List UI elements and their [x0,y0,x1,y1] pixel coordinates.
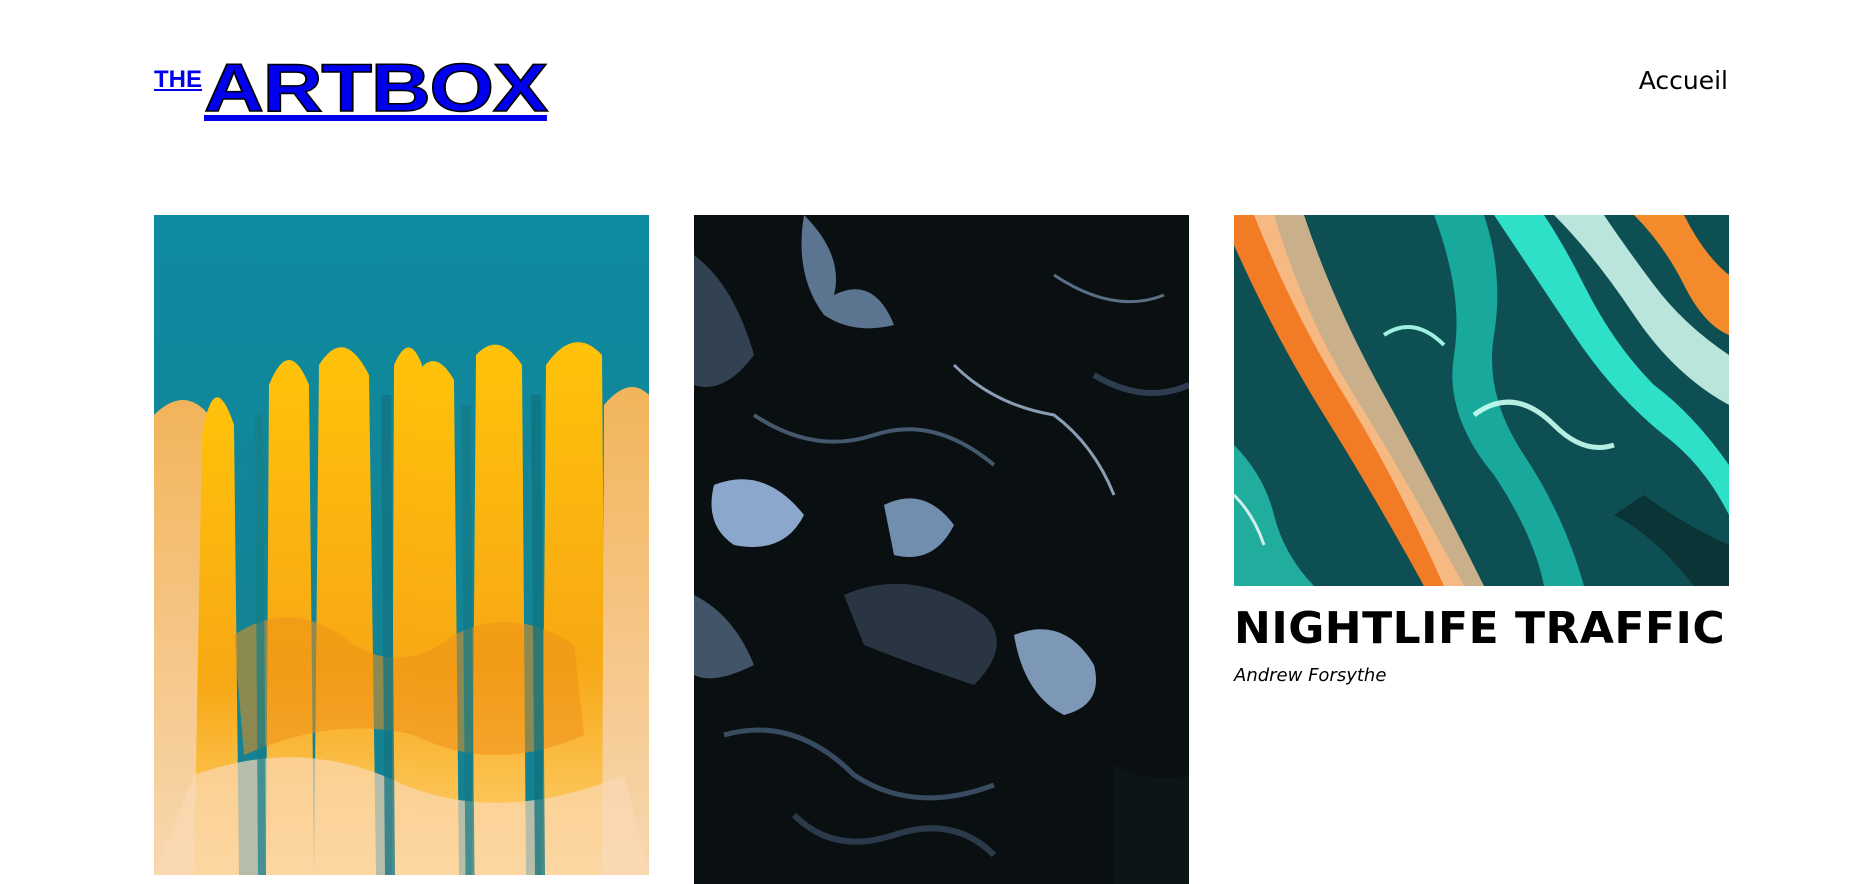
artwork-image-2[interactable] [694,215,1189,884]
site-logo[interactable]: THE ARTBOX [154,53,549,122]
artwork-author: Andrew Forsythe [1234,665,1387,686]
nav-home-link[interactable]: Accueil [1639,66,1728,95]
artwork-image-1[interactable] [154,215,649,875]
artwork-title[interactable]: NIGHTLIFE TRAFFIC [1234,603,1725,654]
logo-main-text: ARTBOX [203,50,549,126]
marble-artwork-graphic [694,215,1189,884]
logo-the-text: THE [154,66,202,93]
swirl-artwork-graphic [1234,215,1729,586]
artwork-image-3[interactable] [1234,215,1729,586]
site-header: THE ARTBOX Accueil [0,0,1876,170]
drip-artwork-graphic [154,215,649,875]
